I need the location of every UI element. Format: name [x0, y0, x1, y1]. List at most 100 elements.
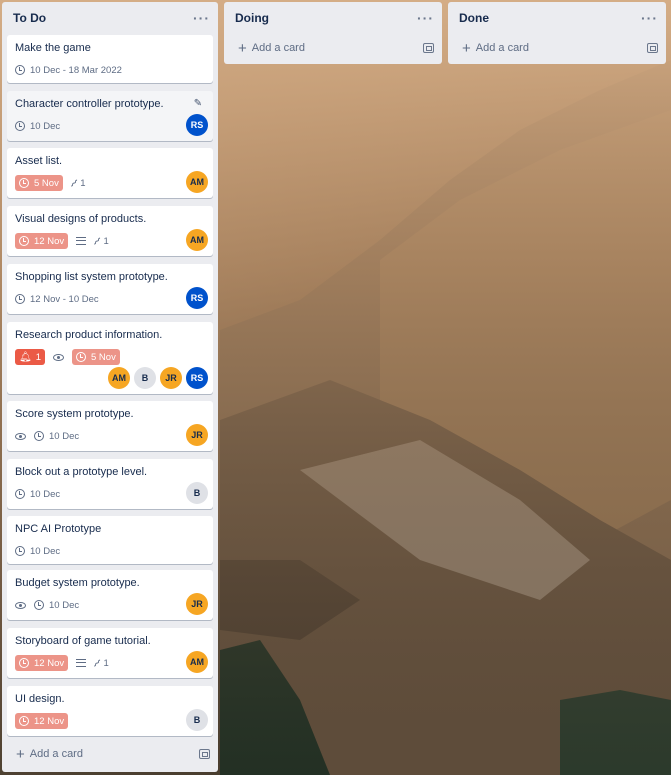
clock-icon	[19, 236, 29, 246]
avatar[interactable]: RS	[186, 114, 208, 136]
list-title[interactable]: To Do	[13, 11, 46, 25]
card-template-icon[interactable]	[647, 43, 658, 53]
card-visual-designs[interactable]: Visual designs of products. 12 Nov ⌇ 1 AM	[7, 206, 213, 256]
plus-icon: +	[238, 39, 247, 57]
card-title: Budget system prototype.	[15, 577, 140, 589]
clock-icon	[15, 294, 25, 304]
due-date: 5 Nov	[91, 351, 116, 363]
list-title[interactable]: Doing	[235, 11, 269, 25]
due-date: 12 Nov	[34, 657, 65, 669]
avatar[interactable]: JR	[186, 593, 208, 615]
card-members: B	[186, 709, 208, 731]
due-date: 10 Dec	[30, 545, 61, 557]
watch-badge	[15, 597, 26, 613]
add-card-button[interactable]: + Add a card	[2, 740, 218, 768]
list-menu-button[interactable]: ···	[641, 11, 658, 25]
card-character-controller[interactable]: Character controller prototype. ✎ 10 Dec…	[7, 91, 213, 141]
card-template-icon[interactable]	[423, 43, 434, 53]
list-title[interactable]: Done	[459, 11, 489, 25]
due-date-badge[interactable]: 5 Nov	[72, 349, 120, 365]
card-members: RS	[186, 114, 208, 136]
add-card-label: Add a card	[251, 42, 305, 54]
card-title: Score system prototype.	[15, 408, 134, 420]
list-doing: Doing ··· + Add a card	[224, 2, 442, 64]
due-date: 10 Dec - 18 Mar 2022	[30, 64, 122, 76]
card-budget-system[interactable]: Budget system prototype. 10 Dec JR	[7, 570, 213, 620]
card-badges: 10 Dec	[15, 542, 205, 560]
add-card-button[interactable]: + Add a card	[448, 34, 666, 62]
due-date-badge[interactable]: 5 Nov	[15, 175, 63, 191]
notification-count: 1	[35, 351, 41, 363]
avatar[interactable]: AM	[186, 651, 208, 673]
avatar[interactable]: JR	[160, 367, 182, 389]
due-date-badge[interactable]: 12 Nov	[15, 655, 69, 671]
due-date-badge[interactable]: 12 Nov	[15, 233, 69, 249]
due-date: 12 Nov - 10 Dec	[30, 293, 99, 305]
card-title: Make the game	[15, 42, 91, 54]
card-storyboard-tutorial[interactable]: Storyboard of game tutorial. 12 Nov ⌇ 1 A…	[7, 628, 213, 678]
description-badge	[76, 233, 87, 249]
paperclip-icon: ⌇	[90, 657, 103, 670]
card-ui-design[interactable]: UI design. 12 Nov B	[7, 686, 213, 736]
card-score-system[interactable]: Score system prototype. 10 Dec JR	[7, 401, 213, 451]
clock-icon	[76, 352, 86, 362]
list-menu-button[interactable]: ···	[417, 11, 434, 25]
bell-icon: 🔔︎	[19, 351, 32, 363]
due-date: 5 Nov	[34, 177, 59, 189]
card-members: B	[186, 482, 208, 504]
notification-badge[interactable]: 🔔︎ 1	[15, 349, 45, 365]
watch-badge	[53, 349, 64, 365]
clock-icon	[15, 65, 25, 75]
avatar[interactable]: RS	[186, 367, 208, 389]
clock-icon	[15, 489, 25, 499]
description-icon	[76, 659, 87, 667]
eye-icon	[53, 353, 64, 361]
eye-icon	[15, 432, 26, 440]
card-members: AM B JR RS	[108, 367, 208, 389]
card-block-out-level[interactable]: Block out a prototype level. 10 Dec B	[7, 459, 213, 509]
avatar[interactable]: JR	[186, 424, 208, 446]
add-card-label: Add a card	[29, 748, 83, 760]
card-shopping-list[interactable]: Shopping list system prototype. 12 Nov -…	[7, 264, 213, 314]
description-badge	[76, 655, 87, 671]
due-date: 12 Nov	[34, 715, 65, 727]
card-badges: 10 Dec	[15, 485, 205, 503]
card-make-the-game[interactable]: Make the game 10 Dec - 18 Mar 2022	[7, 35, 213, 83]
avatar[interactable]: AM	[186, 171, 208, 193]
attachment-count: 1	[103, 235, 109, 247]
card-asset-list[interactable]: Asset list. 5 Nov ⌇ 1 AM	[7, 148, 213, 198]
clock-icon	[34, 431, 44, 441]
due-date: 10 Dec	[49, 599, 80, 611]
avatar[interactable]: B	[186, 709, 208, 731]
due-date-badge: 12 Nov - 10 Dec	[15, 291, 99, 307]
due-date-badge: 10 Dec	[15, 118, 60, 134]
plus-icon: +	[462, 39, 471, 57]
due-date-badge: 10 Dec	[15, 486, 60, 502]
card-members: JR	[186, 424, 208, 446]
list-done: Done ··· + Add a card	[448, 2, 666, 64]
card-npc-ai[interactable]: NPC AI Prototype 10 Dec	[7, 516, 213, 564]
list-menu-button[interactable]: ···	[193, 11, 210, 25]
due-date-badge[interactable]: 12 Nov	[15, 713, 69, 729]
avatar[interactable]: B	[186, 482, 208, 504]
avatar[interactable]: RS	[186, 287, 208, 309]
card-badges: 10 Dec - 18 Mar 2022	[15, 61, 205, 79]
clock-icon	[15, 121, 25, 131]
card-badges: 10 Dec	[15, 596, 205, 614]
clock-icon	[19, 716, 29, 726]
watch-badge	[15, 428, 26, 444]
avatar[interactable]: AM	[186, 229, 208, 251]
add-card-button[interactable]: + Add a card	[224, 34, 442, 62]
card-badges: 🔔︎ 1 5 Nov	[15, 348, 205, 366]
card-research-product[interactable]: Research product information. 🔔︎ 1 5 Nov …	[7, 322, 213, 394]
card-template-icon[interactable]	[199, 749, 210, 759]
card-badges: 10 Dec	[15, 427, 205, 445]
paperclip-icon: ⌇	[90, 235, 103, 248]
avatar[interactable]: AM	[108, 367, 130, 389]
pencil-icon[interactable]: ✎	[187, 94, 209, 112]
clock-icon	[19, 658, 29, 668]
due-date: 10 Dec	[30, 488, 61, 500]
due-date: 10 Dec	[30, 120, 61, 132]
avatar[interactable]: B	[134, 367, 156, 389]
card-badges: 12 Nov ⌇ 1	[15, 654, 205, 672]
